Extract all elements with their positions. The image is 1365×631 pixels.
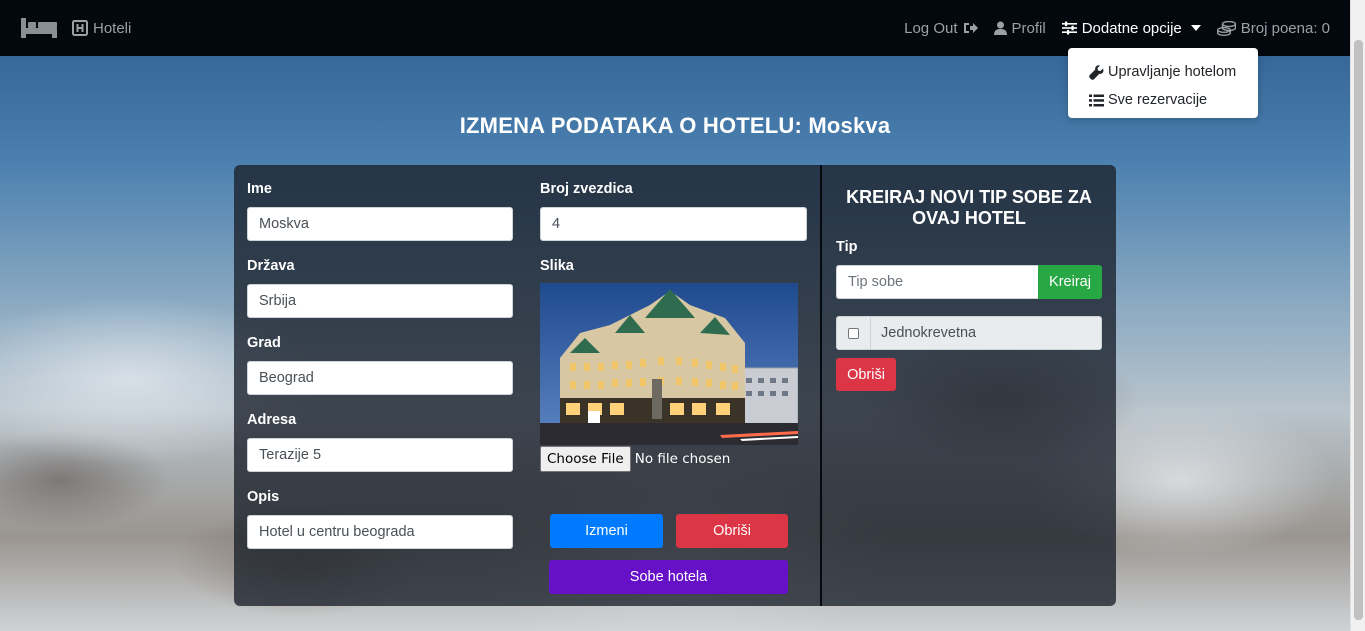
coins-icon bbox=[1216, 20, 1236, 36]
address-label: Adresa bbox=[247, 412, 297, 428]
stars-label: Broj zvezdica bbox=[540, 181, 633, 197]
create-room-type-button[interactable]: Kreiraj bbox=[1038, 265, 1102, 299]
options-dropdown-menu: Upravljanje hotelom Sve rezervacije bbox=[1068, 48, 1258, 118]
nav-profile[interactable]: Profil bbox=[993, 19, 1046, 37]
menu-item-all-reservations[interactable]: Sve rezervacije bbox=[1068, 86, 1258, 114]
nav-hotels-label: Hoteli bbox=[93, 19, 132, 37]
nav-points[interactable]: Broj poena: 0 bbox=[1216, 19, 1330, 37]
hotel-icon bbox=[72, 20, 88, 36]
nav-points-label: Broj poena: 0 bbox=[1240, 19, 1330, 37]
country-label: Država bbox=[247, 258, 295, 274]
panel-divider bbox=[820, 165, 822, 606]
menu-item-manage-hotel-label: Upravljanje hotelom bbox=[1108, 64, 1237, 80]
caret-down-icon bbox=[1190, 25, 1201, 31]
sign-out-icon bbox=[963, 23, 978, 33]
room-type-label: Tip bbox=[836, 239, 858, 255]
delete-hotel-button[interactable]: Obriši bbox=[676, 514, 788, 548]
page-scrollbar[interactable] bbox=[1350, 0, 1365, 631]
scrollbar-thumb[interactable] bbox=[1354, 40, 1363, 620]
nav-options-label: Dodatne opcije bbox=[1081, 19, 1182, 37]
room-type-input[interactable] bbox=[836, 265, 1039, 299]
hotel-photo-illustration bbox=[540, 283, 798, 445]
name-input[interactable] bbox=[247, 207, 513, 241]
nav-logout[interactable]: Log Out bbox=[904, 19, 978, 37]
page-title: IZMENA PODATAKA O HOTELU: Moskva bbox=[459, 113, 891, 138]
file-upload: Choose File No file chosen bbox=[540, 446, 730, 472]
name-label: Ime bbox=[247, 181, 272, 197]
wrench-icon bbox=[1089, 64, 1104, 80]
user-icon bbox=[993, 21, 1007, 35]
nav-hotels[interactable]: Hoteli bbox=[72, 20, 131, 37]
country-input[interactable] bbox=[247, 284, 513, 318]
room-type-item: Jednokrevetna bbox=[836, 316, 1102, 350]
menu-item-manage-hotel[interactable]: Upravljanje hotelom bbox=[1068, 58, 1258, 86]
nav-right: Log Out Profil Dodatne opcije Broj poena… bbox=[904, 20, 1330, 37]
room-type-title: KREIRAJ NOVI TIP SOBE ZA OVAJ HOTEL bbox=[846, 187, 1092, 228]
list-icon bbox=[1089, 94, 1104, 106]
room-type-checkbox[interactable] bbox=[848, 327, 859, 339]
description-label: Opis bbox=[247, 489, 280, 505]
edit-hotel-button[interactable]: Izmeni bbox=[550, 514, 663, 548]
bed-icon bbox=[21, 18, 57, 38]
stars-input[interactable] bbox=[540, 207, 807, 241]
city-label: Grad bbox=[247, 335, 281, 351]
city-input[interactable] bbox=[247, 361, 513, 395]
menu-item-all-reservations-label: Sve rezervacije bbox=[1108, 92, 1208, 108]
sliders-icon bbox=[1061, 21, 1077, 35]
nav-logout-label: Log Out bbox=[904, 19, 958, 37]
file-status-text: No file chosen bbox=[634, 451, 731, 467]
address-input[interactable] bbox=[247, 438, 513, 472]
room-type-checkbox-wrap bbox=[837, 317, 871, 349]
description-input[interactable] bbox=[247, 515, 513, 549]
room-type-name: Jednokrevetna bbox=[881, 325, 977, 341]
nav-profile-label: Profil bbox=[1011, 19, 1046, 37]
brand-logo[interactable] bbox=[20, 16, 58, 40]
hotel-image bbox=[540, 283, 798, 445]
delete-room-type-button[interactable]: Obriši bbox=[836, 358, 896, 391]
nav-options-toggle[interactable]: Dodatne opcije bbox=[1061, 19, 1201, 37]
image-label: Slika bbox=[540, 258, 574, 274]
hotel-rooms-button[interactable]: Sobe hotela bbox=[549, 560, 788, 594]
choose-file-button[interactable]: Choose File bbox=[540, 446, 631, 472]
